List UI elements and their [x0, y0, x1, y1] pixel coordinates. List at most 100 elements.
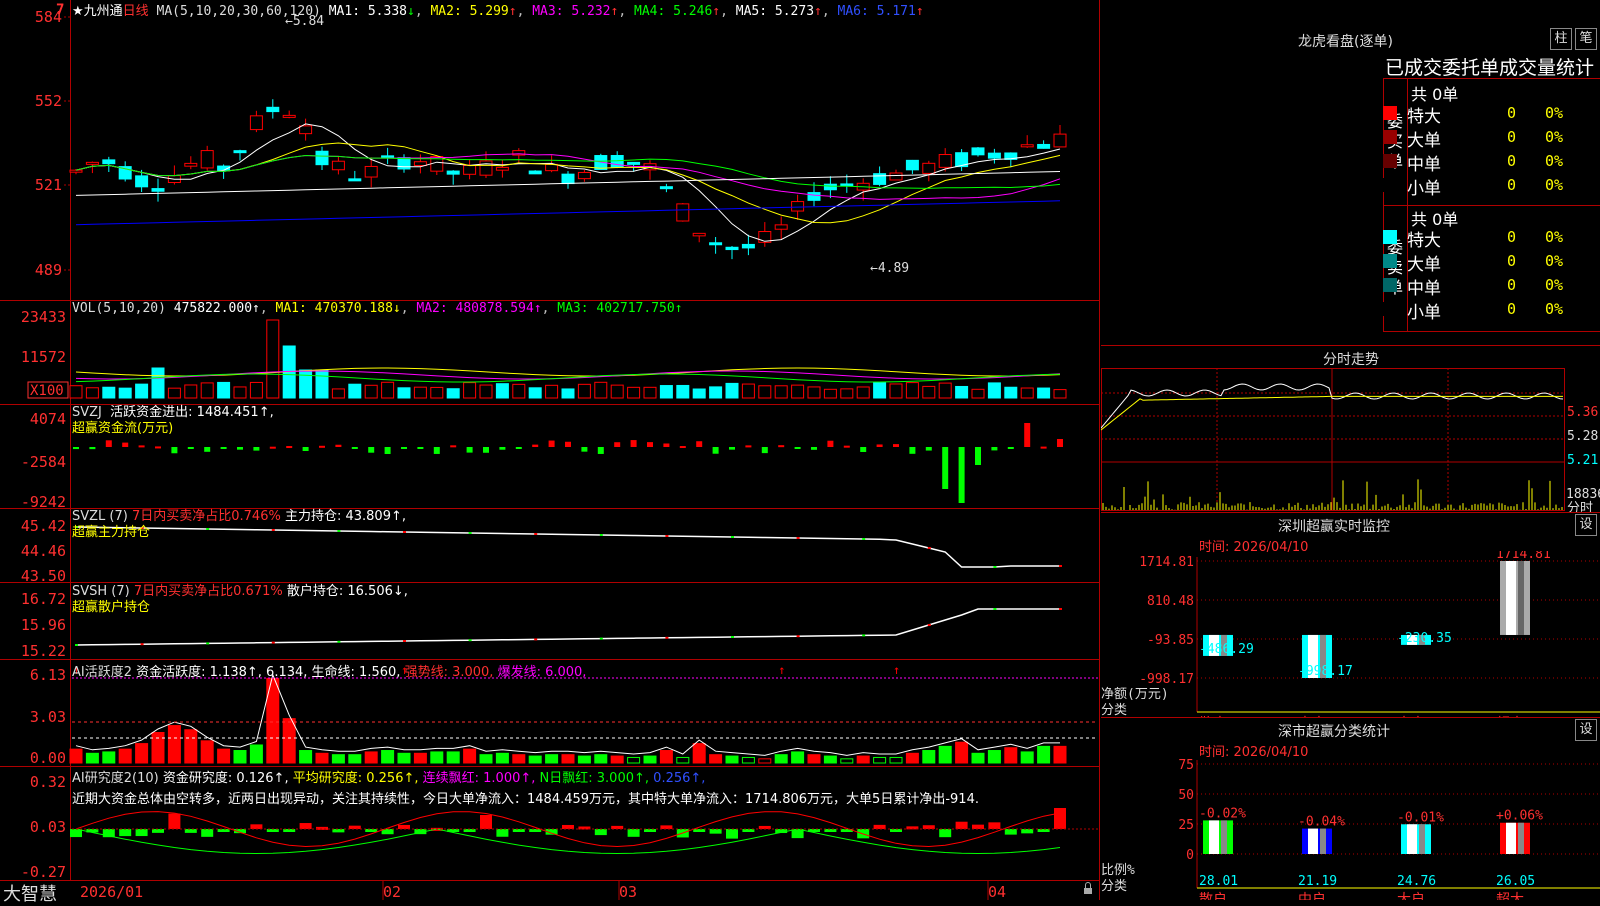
order-percent: 0% — [1545, 176, 1564, 194]
activity-bar — [791, 751, 805, 764]
candle-body — [282, 114, 296, 118]
candle-body — [1037, 143, 1051, 149]
activity-bar — [676, 756, 690, 764]
alert-arrow: ↑ — [893, 663, 900, 677]
holding-dot — [468, 532, 472, 534]
order-percent: 0% — [1545, 104, 1564, 122]
legend-swatch — [1383, 254, 1397, 268]
candle-body — [889, 172, 903, 181]
fund-flow-bar — [696, 441, 703, 447]
activity-bar — [331, 754, 345, 764]
fund-flow-bar — [925, 447, 932, 451]
activity-bar — [627, 756, 641, 764]
fund-flow-bar — [417, 447, 424, 449]
category-label: 中户 — [1298, 891, 1326, 900]
volume-bar — [627, 386, 641, 399]
fund-flow-bar — [794, 447, 801, 449]
fund-flow-bar — [745, 445, 752, 448]
activity-bar — [348, 754, 362, 764]
research-bar — [1054, 808, 1066, 829]
y-tick: 5.36 — [1567, 405, 1598, 420]
bar-tab-button[interactable]: 柱 — [1550, 28, 1572, 50]
volume-bar — [479, 384, 493, 399]
period-label[interactable]: 日线 — [123, 4, 149, 19]
candle-body — [495, 166, 509, 171]
legend-swatch — [1383, 130, 1397, 144]
kline-chart-area[interactable]: ↑ ↑ ↑ ↑ 584 552 521 489 7 23433 11572 4074 … — [0, 0, 1100, 900]
activity-bar — [512, 754, 526, 764]
tick-tab-button[interactable]: 笔 — [1575, 28, 1597, 50]
candle-body — [873, 173, 887, 185]
volume-bar — [167, 387, 181, 399]
fund-flow-bar — [237, 447, 243, 450]
stock-name[interactable]: ★九州通 — [72, 4, 123, 19]
activity-bar — [102, 751, 116, 764]
y-tick: 43.50 — [21, 567, 66, 585]
volume-bar — [102, 386, 116, 399]
candle-body — [741, 243, 755, 249]
candle-body — [840, 183, 854, 187]
research-bar — [709, 829, 722, 834]
fund-flow-bar — [401, 447, 407, 449]
bar-shade — [1518, 822, 1524, 854]
intraday-chart[interactable]: 5.36 5.28 5.21 18836 分时 — [1101, 368, 1600, 512]
activity-bar — [479, 754, 493, 764]
kline-header: ★九州通日线 MA(5,10,20,30,60,120) MA1: 5.338↓… — [72, 4, 924, 19]
holding-dot — [731, 636, 734, 638]
research-bar — [955, 821, 968, 829]
candle-body — [315, 150, 329, 166]
category-label: 超大 — [1496, 892, 1524, 900]
fund-flow-bar — [466, 447, 473, 453]
research-bar — [398, 824, 410, 829]
candle-body — [397, 157, 411, 170]
classify-title: 深市超赢分类统计 — [1278, 724, 1390, 740]
monitor-settings-button[interactable]: 设 — [1575, 514, 1597, 536]
research-bar — [152, 829, 164, 833]
order-count: 0 — [1507, 276, 1517, 294]
activity-bar — [577, 755, 591, 764]
bar-value-label: -0.02% — [1199, 806, 1246, 821]
volume-bar — [1020, 387, 1034, 399]
candle-body — [725, 246, 739, 251]
fund-flow-bar — [663, 443, 670, 447]
candle-body — [151, 188, 165, 192]
candle-body — [676, 203, 690, 222]
research-bar — [922, 825, 935, 829]
fund-flow-bar — [614, 442, 621, 447]
activity-bar — [1004, 747, 1018, 764]
bar-value-label: -486.29 — [1199, 642, 1254, 657]
volume-bar — [594, 381, 608, 399]
holding-dot — [862, 538, 866, 540]
volume-bar — [1037, 387, 1051, 399]
research-bar — [873, 824, 886, 829]
bar-bottom-label: 24.76 — [1397, 874, 1436, 889]
classify-settings-button[interactable]: 设 — [1575, 719, 1597, 741]
volume-bar — [659, 385, 673, 399]
svzj-header: SVZJ 活跃资金进出: 1484.451↑, 超赢资金流(万元) — [72, 405, 274, 436]
date-tick: 03 — [619, 883, 637, 900]
fund-flow-bar — [187, 447, 194, 449]
volume-bar — [463, 382, 477, 399]
fund-flow-bar — [991, 447, 998, 451]
activity-bar — [758, 758, 772, 764]
order-percent: 0% — [1545, 300, 1564, 318]
fund-flow-bar — [975, 447, 981, 465]
bar-value-label: -0.04% — [1298, 815, 1345, 830]
candle-body — [627, 161, 641, 165]
volume-bar — [512, 383, 526, 399]
fund-flow-bar — [893, 444, 899, 447]
fund-flow-bar — [220, 447, 227, 449]
candle-body — [905, 159, 919, 171]
research-bar — [365, 829, 378, 832]
activity-bar — [889, 756, 903, 764]
candle-body — [85, 161, 99, 165]
volume-bar — [791, 384, 805, 399]
volume-bar — [676, 384, 690, 399]
research-header: AI研究度2(10) 资金研究度: 0.126↑, 平均研究度: 0.256↑,… — [72, 768, 979, 810]
activity-bar — [873, 756, 887, 764]
fund-flow-bar — [286, 446, 293, 449]
category-bar — [1302, 828, 1332, 854]
activity-bar — [840, 758, 854, 764]
fund-flow-bar — [368, 447, 375, 453]
order-percent: 0% — [1545, 152, 1564, 170]
